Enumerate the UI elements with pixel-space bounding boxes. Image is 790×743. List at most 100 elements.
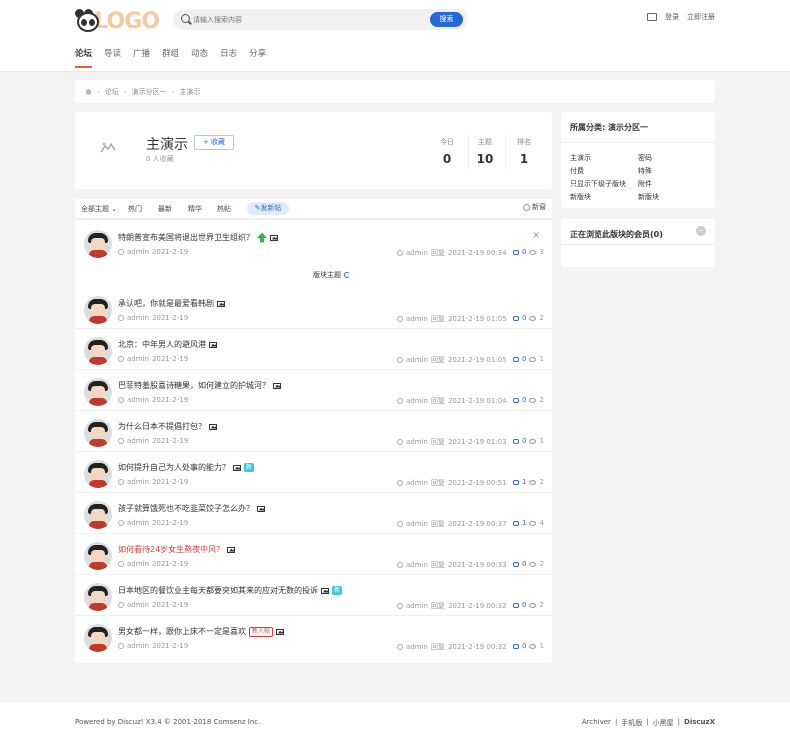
thread-author[interactable]: admin — [127, 601, 149, 609]
tab-latest[interactable]: 最新 — [158, 204, 172, 214]
site-logo[interactable]: LOGO — [75, 8, 160, 34]
thread-author[interactable]: admin — [127, 437, 149, 445]
subforum-link[interactable]: 只显示下级子版块 — [570, 179, 626, 189]
nav-item-feed[interactable]: 动态 — [191, 47, 208, 68]
subforum-link[interactable]: 新版块 — [570, 192, 591, 202]
site-header: LOGO 搜索 登录 立即注册 论坛 导读 广播 群组 动态 日志 分享 — [0, 0, 790, 72]
new-thread-button[interactable]: ✎发新帖 — [247, 202, 289, 215]
nav-item-groups[interactable]: 群组 — [162, 47, 179, 68]
avatar[interactable] — [84, 624, 112, 652]
breadcrumb-current[interactable]: 主演示 — [179, 87, 200, 97]
tab-hot[interactable]: 热门 — [128, 204, 142, 214]
nav-item-forum[interactable]: 论坛 — [75, 47, 93, 68]
table-row[interactable]: 男女都一样，跟你上床不一定是喜欢 新人帖 admin 2021-2-19 admin… — [75, 616, 552, 657]
replier[interactable]: admin — [406, 643, 428, 651]
footer-link-mobile[interactable]: 手机版 — [621, 718, 642, 728]
thread-author[interactable]: admin — [127, 314, 149, 322]
avatar[interactable] — [84, 460, 112, 488]
replier[interactable]: admin — [406, 479, 428, 487]
thread-title[interactable]: 承认吧，你就是最爱看韩剧 — [118, 298, 225, 309]
comment-icon — [513, 561, 519, 567]
footer-link-archiver[interactable]: Archiver — [582, 718, 611, 728]
table-row[interactable]: 特朗普宣布美国将退出世界卫生组织？ admin 2021-2-19 admin 回复… — [75, 222, 552, 262]
thread-title[interactable]: 北京：中年男人的避风港 — [118, 339, 217, 350]
subforum-link[interactable]: 主演示 — [570, 153, 591, 163]
nav-item-guide[interactable]: 导读 — [104, 47, 121, 68]
reply-label: 回复 — [430, 397, 445, 405]
avatar[interactable] — [84, 296, 112, 324]
thread-title[interactable]: 为什么日本不提倡打包？ — [118, 421, 217, 432]
table-row[interactable]: 北京：中年男人的避风港 admin 2021-2-19 admin 回复 2021-2… — [75, 329, 552, 370]
collapse-toggle[interactable]: − — [696, 226, 706, 236]
table-row[interactable]: 孩子就算饿死也不吃韭菜饺子怎么办？ admin 2021-2-19 admin 回复… — [75, 493, 552, 534]
favorite-button[interactable]: + 收藏 — [194, 135, 234, 150]
nav-item-blog[interactable]: 日志 — [220, 47, 237, 68]
replier[interactable]: admin — [406, 249, 428, 257]
subforum-link[interactable]: 密码 — [638, 153, 652, 163]
separator-label[interactable]: 版块主题 — [313, 270, 350, 280]
replier[interactable]: admin — [406, 561, 428, 569]
home-icon[interactable] — [85, 88, 92, 95]
thread-author[interactable]: admin — [127, 478, 149, 486]
thread-author[interactable]: admin — [127, 355, 149, 363]
search-button[interactable]: 搜索 — [430, 12, 463, 27]
avatar[interactable] — [84, 501, 112, 529]
table-row[interactable]: 承认吧，你就是最爱看韩剧 admin 2021-2-19 admin 回复 2021-… — [75, 288, 552, 329]
replier[interactable]: admin — [406, 397, 428, 405]
table-row[interactable]: 如何看待24岁女生熬夜中风？ admin 2021-2-19 admin 回复 202… — [75, 534, 552, 575]
avatar[interactable] — [84, 337, 112, 365]
subforum-link[interactable]: 付费 — [570, 166, 584, 176]
thread-title[interactable]: 如何提升自己为人处事的能力？ 新 — [118, 462, 255, 473]
breadcrumb-category[interactable]: 演示分区一 — [132, 87, 167, 97]
login-link[interactable]: 登录 — [665, 12, 679, 22]
footer-link-discuzx[interactable]: DiscuzX — [684, 718, 715, 728]
avatar[interactable] — [84, 230, 112, 258]
thread-title[interactable]: 巴菲特羞股喜诗糖果，如何建立的护城河？ — [118, 380, 281, 391]
image-icon — [217, 300, 225, 307]
register-link[interactable]: 立即注册 — [687, 12, 715, 22]
thread-author[interactable]: admin — [127, 519, 149, 527]
nav-item-broadcast[interactable]: 广播 — [133, 47, 150, 68]
tab-digest[interactable]: 精华 — [188, 204, 202, 214]
thread-author[interactable]: admin — [127, 396, 149, 404]
replier[interactable]: admin — [406, 602, 428, 610]
avatar[interactable] — [84, 542, 112, 570]
replier[interactable]: admin — [406, 356, 428, 364]
footer-link-blackroom[interactable]: 小黑屋 — [653, 718, 674, 728]
subforum-link[interactable]: 新版块 — [638, 192, 659, 202]
reply-count: 0 — [522, 355, 527, 363]
nav-item-share[interactable]: 分享 — [249, 47, 266, 68]
thread-author[interactable]: admin — [127, 560, 149, 568]
thread-author[interactable]: admin — [127, 248, 149, 256]
reply-time: 2021-2-19 01:04 — [447, 397, 507, 405]
table-row[interactable]: 如何提升自己为人处事的能力？新 admin 2021-2-19 admin 回复 20… — [75, 452, 552, 493]
breadcrumb-forum[interactable]: 论坛 — [105, 87, 119, 97]
table-row[interactable]: 为什么日本不提倡打包？ admin 2021-2-19 admin 回复 2021-2… — [75, 411, 552, 452]
new-window-toggle[interactable]: 新窗 — [523, 202, 546, 212]
last-reply: admin 回复 2021-2-19 00:34 — [397, 248, 507, 258]
thread-author[interactable]: admin — [127, 642, 149, 650]
search-input[interactable] — [193, 13, 393, 26]
message-icon[interactable] — [647, 13, 657, 21]
tab-all-threads[interactable]: 全部主题 ⌄ — [81, 204, 117, 214]
thread-title[interactable]: 特朗普宣布美国将退出世界卫生组织？ — [118, 232, 278, 243]
tab-hot-posts[interactable]: 热帖 — [217, 204, 231, 214]
thread-title[interactable]: 日本地区的餐饮业主每天都要突如其来的应对无数的投诉 新 — [118, 585, 343, 596]
avatar[interactable] — [84, 378, 112, 406]
avatar[interactable] — [84, 583, 112, 611]
table-row[interactable]: 日本地区的餐饮业主每天都要突如其来的应对无数的投诉新 admin 2021-2-1… — [75, 575, 552, 616]
thread-title[interactable]: 孩子就算饿死也不吃韭菜饺子怎么办？ — [118, 503, 265, 514]
thread-title[interactable]: 男女都一样，跟你上床不一定是喜欢 新人帖 — [118, 626, 285, 637]
subforum-link[interactable]: 附件 — [638, 179, 652, 189]
replier[interactable]: admin — [406, 315, 428, 323]
view-count: 3 — [539, 248, 544, 256]
subforum-link[interactable]: 特殊 — [638, 166, 652, 176]
avatar[interactable] — [84, 419, 112, 447]
replier[interactable]: admin — [406, 520, 428, 528]
replier[interactable]: admin — [406, 438, 428, 446]
close-icon[interactable]: ✕ — [532, 231, 540, 241]
comment-icon — [513, 602, 519, 608]
table-row[interactable]: 巴菲特羞股喜诗糖果，如何建立的护城河？ admin 2021-2-19 admin… — [75, 370, 552, 411]
thread-title[interactable]: 如何看待24岁女生熬夜中风？ — [118, 544, 236, 555]
stat-value: 0 — [442, 152, 452, 166]
